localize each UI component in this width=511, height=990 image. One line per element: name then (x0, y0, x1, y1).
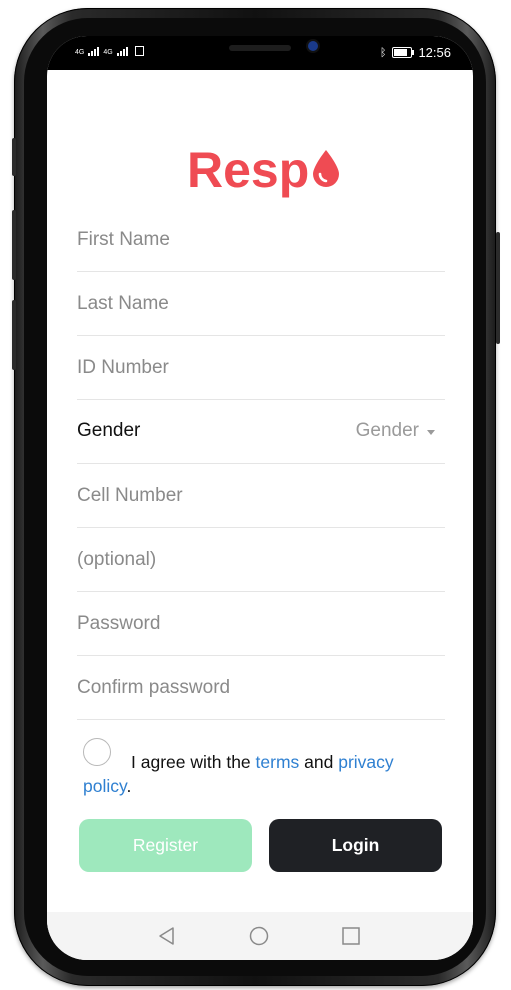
last-name-field[interactable] (77, 272, 445, 335)
agreement-text-line2: policy. (83, 774, 131, 798)
cell-number-row (77, 464, 445, 528)
status-right: ᛒ 12:56 (380, 45, 451, 60)
recents-icon[interactable] (341, 926, 361, 946)
home-icon[interactable] (249, 926, 269, 946)
signal-bars-icon (116, 46, 128, 56)
bluetooth-icon: ᛒ (379, 46, 387, 59)
notification-icon (134, 46, 144, 56)
system-nav-bar (47, 912, 473, 960)
privacy-link[interactable]: privacy (338, 752, 393, 772)
terms-link[interactable]: terms (256, 752, 300, 772)
signal-label-2: 4G (103, 49, 113, 56)
optional-field[interactable] (77, 528, 445, 591)
policy-link[interactable]: policy (83, 776, 126, 796)
phone-screen: 4G 4G ᛒ 12:56 Resp Gender Gender (47, 36, 473, 960)
login-button[interactable]: Login (269, 819, 442, 872)
back-icon[interactable] (157, 926, 177, 946)
confirm-password-field[interactable] (77, 656, 445, 719)
optional-row (77, 528, 445, 592)
agree-checkbox[interactable] (83, 738, 111, 766)
status-left: 4G 4G (75, 46, 144, 56)
first-name-row (77, 208, 445, 272)
earpiece-speaker (229, 45, 291, 51)
front-camera (308, 41, 318, 51)
id-number-row (77, 336, 445, 400)
caret-down-icon (427, 429, 435, 435)
signal-bars-icon (88, 46, 100, 56)
confirm-password-row (77, 656, 445, 720)
last-name-row (77, 272, 445, 336)
gender-dropdown[interactable]: Gender (356, 420, 435, 442)
clock: 12:56 (418, 45, 451, 60)
gender-row: Gender Gender (77, 400, 445, 464)
cell-number-field[interactable] (77, 464, 445, 527)
app-logo: Resp (187, 140, 341, 200)
gender-label: Gender (77, 420, 141, 441)
volume-button (12, 138, 16, 176)
register-button[interactable]: Register (79, 819, 252, 872)
id-number-field[interactable] (77, 336, 445, 399)
agreement-text-prefix: I agree with the (131, 752, 256, 772)
blood-drop-icon (313, 150, 340, 187)
power-button (496, 232, 500, 344)
battery-icon (392, 47, 415, 58)
agreement-text-end: . (126, 776, 132, 796)
volume-down-button (12, 300, 16, 370)
password-field[interactable] (77, 592, 445, 655)
volume-up-button (12, 210, 16, 280)
gender-selected-value: Gender (355, 420, 419, 441)
agreement-text-and: and (299, 752, 339, 772)
logo-text: Resp (187, 142, 310, 198)
notch (140, 36, 380, 70)
signal-label-1: 4G (75, 49, 85, 56)
status-bar: 4G 4G ᛒ 12:56 (47, 36, 473, 70)
agreement-text: I agree with the terms and privacy (131, 750, 394, 774)
first-name-field[interactable] (77, 208, 445, 271)
password-row (77, 592, 445, 656)
